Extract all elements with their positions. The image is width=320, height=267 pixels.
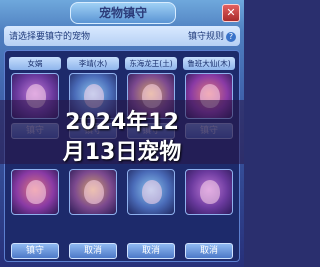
pet-name: 李靖(水): [67, 57, 119, 70]
pet-face-icon: [200, 180, 220, 204]
hint-row: 请选择要镇守的宠物 镇守规则?: [4, 26, 240, 46]
window-title: 宠物镇守: [70, 2, 176, 24]
pet-name: 东海龙王(土): [125, 57, 177, 70]
pet-name: 鲁班大仙(木): [183, 57, 235, 70]
pet-face-icon: [26, 180, 46, 204]
banner-line-1: 2024年12: [65, 110, 179, 135]
pet-portrait[interactable]: [185, 169, 233, 215]
guard-rules-button[interactable]: 镇守规则?: [188, 29, 236, 42]
banner-line-2: 月13日宠物: [62, 140, 182, 165]
question-icon: ?: [226, 32, 236, 42]
close-button[interactable]: ✕: [222, 4, 240, 22]
pet-face-icon: [142, 180, 162, 204]
overlay-banner: 2024年12 月13日宠物: [0, 100, 244, 165]
pet-portrait[interactable]: [69, 169, 117, 215]
hint-text: 请选择要镇守的宠物: [9, 32, 91, 42]
cancel-button[interactable]: 取消: [185, 243, 233, 259]
guard-button[interactable]: 镇守: [11, 243, 59, 259]
pet-guard-window: 宠物镇守 ✕ 请选择要镇守的宠物 镇守规则? 女娲 镇守 李靖(水) 镇守 东海…: [0, 0, 244, 267]
guard-rules-label: 镇守规则: [187, 32, 224, 42]
pet-name: 女娲: [9, 57, 61, 70]
pet-face-icon: [84, 180, 104, 204]
cancel-button[interactable]: 取消: [127, 243, 175, 259]
pet-portrait[interactable]: [11, 169, 59, 215]
pet-portrait[interactable]: [127, 169, 175, 215]
cancel-button[interactable]: 取消: [69, 243, 117, 259]
